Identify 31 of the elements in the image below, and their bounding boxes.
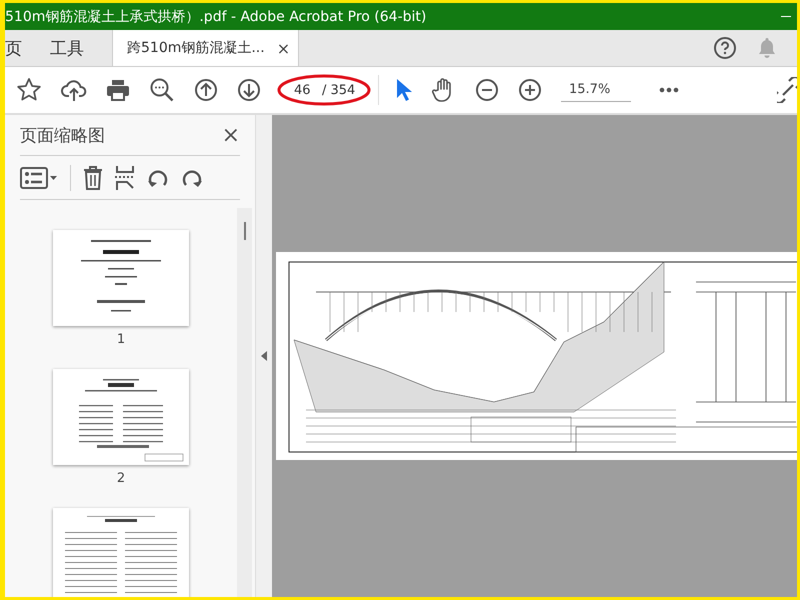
more-icon[interactable] bbox=[659, 87, 679, 93]
zoom-in-icon[interactable] bbox=[518, 78, 542, 102]
cursor-icon[interactable] bbox=[395, 78, 413, 102]
help-icon[interactable] bbox=[713, 36, 737, 60]
window-title: 510m钢筋混凝土上承式拱桥）.pdf - Adobe Acrobat Pro (64-bit) bbox=[5, 8, 428, 26]
page-number-label: 2 bbox=[116, 471, 126, 486]
zoom-dropdown[interactable]: 15.7% bbox=[561, 78, 631, 102]
page-thumbnail[interactable] bbox=[53, 508, 189, 597]
trash-icon[interactable] bbox=[83, 166, 103, 190]
page-number-label: 1 bbox=[116, 332, 126, 347]
page-number-field[interactable]: 46 bbox=[294, 82, 318, 98]
collapse-panel-handle[interactable] bbox=[256, 115, 272, 597]
star-icon[interactable] bbox=[16, 77, 42, 103]
options-icon[interactable] bbox=[20, 166, 58, 190]
zoom-out-icon[interactable] bbox=[475, 78, 499, 102]
tab[interactable]: 页 bbox=[5, 30, 30, 66]
cloud-upload-icon[interactable] bbox=[61, 78, 87, 102]
scrollbar[interactable] bbox=[237, 208, 252, 597]
insert-page-icon[interactable] bbox=[115, 166, 135, 190]
page-thumbnail[interactable] bbox=[53, 230, 189, 326]
tab[interactable]: 跨510m钢筋混凝土... × bbox=[112, 30, 300, 66]
page-total: / 354 bbox=[322, 82, 356, 98]
panel-title: 页面缩略图 bbox=[20, 124, 105, 146]
tab[interactable]: 工具 bbox=[30, 30, 104, 66]
collapse-arrow-icon bbox=[261, 351, 267, 361]
close-panel-button[interactable]: × bbox=[222, 122, 240, 148]
link-icon[interactable] bbox=[777, 77, 797, 103]
print-icon[interactable] bbox=[106, 79, 130, 101]
search-icon[interactable] bbox=[149, 77, 175, 103]
page-thumbnail[interactable] bbox=[53, 369, 189, 465]
close-tab-button[interactable]: × bbox=[276, 38, 290, 58]
